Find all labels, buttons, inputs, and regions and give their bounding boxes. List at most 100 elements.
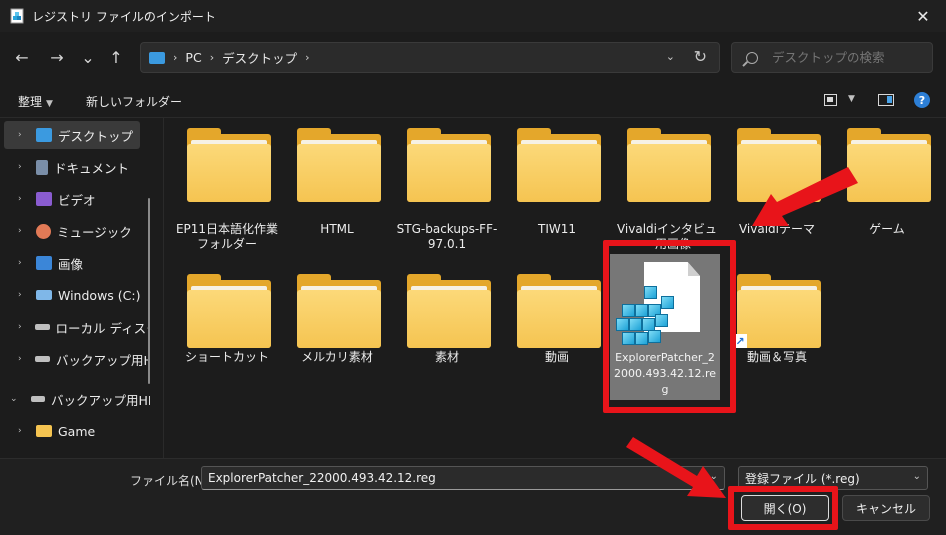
expand-chevron-icon[interactable]: › [18, 226, 32, 236]
folder-item[interactable]: 動画＆写真 [725, 264, 829, 384]
sidebar-item-local-disk[interactable]: › ローカル ディスク [0, 313, 150, 341]
window-title: レジストリ ファイルのインポート [32, 9, 216, 24]
expand-chevron-icon[interactable]: › [18, 162, 32, 172]
expand-chevron-icon[interactable]: › [18, 194, 32, 204]
breadcrumb-pc[interactable]: PC [185, 50, 201, 65]
folder-item[interactable]: ゲーム [835, 118, 939, 238]
folder-label: ショートカット [184, 350, 269, 364]
expand-chevron-icon[interactable]: › [18, 426, 32, 436]
drive-c-icon [36, 290, 52, 300]
sidebar-item-documents[interactable]: › ドキュメント [0, 153, 150, 181]
new-folder-button[interactable]: 新しいフォルダー [86, 93, 182, 110]
folder-icon [297, 128, 381, 202]
folder-label: Vivaldiテーマ [738, 222, 816, 236]
sidebar-item-label: バックアップ用HDI [50, 392, 150, 408]
expand-chevron-icon[interactable]: › [18, 130, 32, 140]
folder-item[interactable]: Vivaldiインタビュー用画像 [615, 118, 719, 251]
view-caret-icon[interactable]: ▼ [848, 94, 855, 104]
folder-icon [517, 128, 601, 202]
address-bar[interactable]: › PC › デスクトップ › ⌄ ↻ [140, 42, 720, 73]
collapse-chevron-icon[interactable]: ⌄ [10, 394, 23, 404]
folder-icon [187, 274, 271, 348]
expand-chevron-icon[interactable]: › [18, 354, 31, 364]
view-icon[interactable] [824, 94, 837, 106]
close-button[interactable]: ✕ [900, 0, 946, 32]
folder-label: HTML [320, 222, 354, 236]
folder-item[interactable]: メルカリ素材 [285, 264, 389, 384]
folder-icon [627, 128, 711, 202]
chevron-down-icon: ⌄ [81, 47, 95, 67]
folder-item[interactable]: Vivaldiテーマ [725, 118, 829, 238]
preview-pane-icon[interactable] [878, 94, 894, 106]
folder-label: 素材 [434, 350, 459, 364]
breadcrumb-separator-icon: › [209, 51, 215, 64]
arrow-up-icon: ↑ [109, 47, 123, 67]
folder-icon [407, 128, 491, 202]
sidebar-item-label: ビデオ [58, 192, 96, 208]
folder-icon [847, 128, 931, 202]
folder-label: EP11日本語化作業フォルダー [175, 222, 279, 251]
file-list: EP11日本語化作業フォルダー HTML STG-backups-FF-97.0… [165, 118, 946, 458]
chevron-down-icon[interactable]: ⌄ [913, 471, 921, 482]
folder-item[interactable]: EP11日本語化作業フォルダー [175, 118, 279, 251]
expand-chevron-icon[interactable]: › [18, 258, 32, 268]
sidebar-item-label: デスクトップ [58, 128, 134, 144]
filetype-select[interactable]: 登録ファイル (*.reg) ⌄ [738, 466, 928, 490]
sidebar-item-pictures[interactable]: › 画像 [0, 249, 150, 277]
folder-item[interactable]: 動画 [505, 264, 609, 384]
sidebar-item-music[interactable]: › ミュージック [0, 217, 150, 245]
drive-icon [30, 396, 45, 402]
folder-icon [36, 425, 52, 437]
help-icon[interactable]: ? [914, 92, 930, 108]
cancel-button[interactable]: キャンセル [842, 495, 930, 521]
sidebar-item-label: Windows (C:) [58, 287, 141, 303]
folder-item[interactable]: ショートカット [175, 264, 279, 384]
new-folder-label: 新しいフォルダー [86, 95, 183, 109]
folder-icon [737, 128, 821, 202]
folder-label: STG-backups-FF-97.0.1 [396, 222, 498, 251]
caret-down-icon: ▼ [46, 99, 53, 109]
chevron-down-icon[interactable]: ⌄ [710, 471, 718, 482]
search-box[interactable] [731, 42, 933, 73]
folder-item[interactable]: HTML [285, 118, 389, 238]
sidebar-item-backup-hdd-2[interactable]: ⌄ バックアップ用HDI [0, 385, 150, 413]
folder-item[interactable]: 素材 [395, 264, 499, 384]
sidebar-item-label: バックアップ用HI [56, 352, 150, 368]
sidebar-item-game[interactable]: › Game [0, 417, 150, 445]
reg-file-item[interactable]: ExplorerPatcher_22000.493.42.12.reg [610, 254, 720, 400]
sidebar-item-label: ミュージック [57, 224, 132, 240]
forward-button[interactable]: → [45, 45, 69, 69]
breadcrumb-separator-icon: › [173, 51, 178, 64]
organize-button[interactable]: 整理 ▼ [18, 93, 53, 110]
folder-icon [407, 274, 491, 348]
pictures-icon [36, 256, 52, 270]
video-icon [36, 192, 52, 206]
expand-chevron-icon[interactable]: › [18, 322, 31, 332]
folder-item[interactable]: TIW11 [505, 118, 609, 238]
refresh-icon[interactable]: ↻ [694, 47, 707, 66]
up-button[interactable]: ↑ [104, 45, 128, 69]
sidebar-item-label: ローカル ディスク [55, 320, 151, 336]
drive-icon [34, 324, 50, 330]
back-button[interactable]: ← [10, 45, 34, 69]
sidebar-item-desktop[interactable]: › デスクトップ [4, 121, 140, 149]
open-button[interactable]: 開く(O) [741, 495, 829, 521]
sidebar-item-videos[interactable]: › ビデオ [0, 185, 150, 213]
document-icon [36, 159, 48, 175]
folder-item[interactable]: STG-backups-FF-97.0.1 [395, 118, 499, 251]
sidebar-item-windows-c[interactable]: › Windows (C:) [0, 281, 150, 309]
sidebar-item-backup-hdd-1[interactable]: › バックアップ用HI [0, 345, 150, 373]
recent-locations-button[interactable]: ⌄ [76, 45, 100, 69]
filename-field[interactable]: ExplorerPatcher_22000.493.42.12.reg ⌄ [201, 466, 725, 490]
regedit-app-icon [10, 8, 24, 24]
sidebar-scrollbar[interactable] [148, 198, 150, 384]
drive-icon [35, 356, 51, 362]
folder-label: ゲーム [869, 222, 905, 236]
search-input[interactable] [772, 50, 922, 65]
pc-icon [149, 51, 165, 64]
address-dropdown-icon[interactable]: ⌄ [666, 50, 675, 63]
arrow-left-icon: ← [15, 47, 29, 67]
expand-chevron-icon[interactable]: › [18, 290, 32, 300]
title-bar: レジストリ ファイルのインポート ✕ [0, 0, 946, 32]
breadcrumb-desktop[interactable]: デスクトップ [222, 48, 297, 67]
